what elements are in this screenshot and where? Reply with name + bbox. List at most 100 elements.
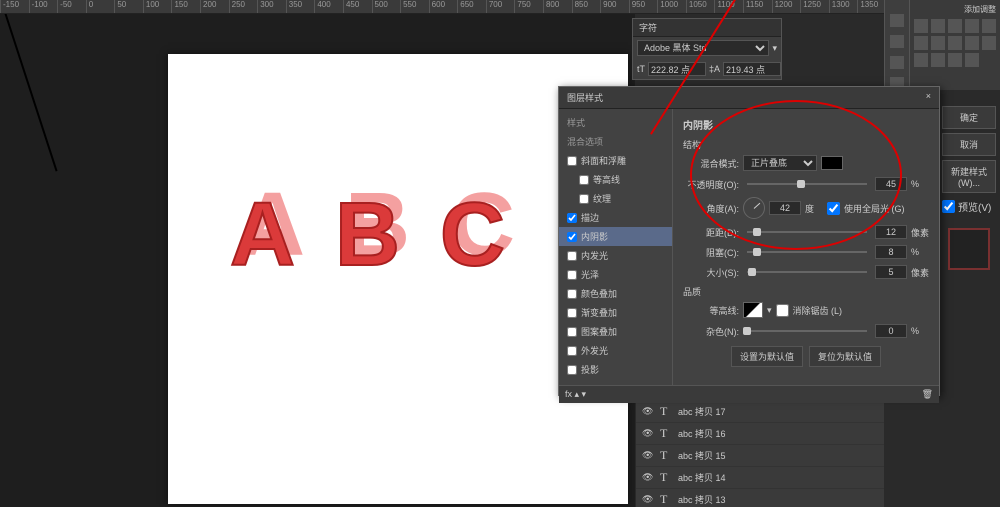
noise-slider[interactable] bbox=[747, 330, 867, 332]
fx-icon[interactable]: fx bbox=[565, 389, 572, 399]
ok-button[interactable]: 确定 bbox=[942, 106, 996, 129]
opacity-slider[interactable] bbox=[747, 183, 867, 185]
visibility-icon[interactable]: 👁 bbox=[642, 450, 654, 461]
style-item-内阴影[interactable]: 内阴影 bbox=[559, 227, 672, 246]
adjust-icons-row[interactable] bbox=[914, 53, 996, 67]
layer-row[interactable]: 👁 Tabc 拷贝 15 bbox=[636, 445, 884, 467]
cancel-button[interactable]: 取消 bbox=[942, 133, 996, 156]
character-panel[interactable]: 字符 Adobe 黑体 Std ▾ tT ‡A bbox=[632, 18, 782, 80]
chevron-icon[interactable]: ▴ ▾ bbox=[575, 389, 587, 399]
style-label: 光泽 bbox=[581, 268, 599, 281]
layer-row[interactable]: 👁Tabc 拷贝 16 bbox=[636, 423, 884, 445]
style-checkbox[interactable] bbox=[567, 232, 577, 242]
px-unit: 像素 bbox=[911, 226, 929, 239]
text-layer-icon: T bbox=[660, 404, 672, 419]
style-checkbox[interactable] bbox=[579, 175, 589, 185]
style-checkbox[interactable] bbox=[567, 289, 577, 299]
style-label: 等高线 bbox=[593, 173, 620, 186]
style-checkbox[interactable] bbox=[567, 251, 577, 261]
text-layer-icon: T bbox=[660, 448, 672, 463]
canvas-text-abc[interactable]: AABBCC bbox=[230, 184, 505, 287]
dialog-titlebar[interactable]: 图层样式 × bbox=[559, 87, 939, 109]
character-panel-tab[interactable]: 字符 bbox=[633, 19, 781, 37]
font-size-input[interactable] bbox=[648, 62, 706, 76]
style-item-斜面和浮雕[interactable]: 斜面和浮雕 bbox=[559, 151, 672, 170]
style-label: 内发光 bbox=[581, 249, 608, 262]
choke-input[interactable] bbox=[875, 245, 907, 259]
distance-slider[interactable] bbox=[747, 231, 867, 233]
layer-name: abc 拷贝 14 bbox=[678, 471, 726, 484]
angle-dial[interactable] bbox=[743, 197, 765, 219]
style-item-外发光[interactable]: 外发光 bbox=[559, 341, 672, 360]
distance-input[interactable] bbox=[875, 225, 907, 239]
style-checkbox[interactable] bbox=[567, 308, 577, 318]
style-checkbox[interactable] bbox=[567, 327, 577, 337]
visibility-icon[interactable]: 👁 bbox=[642, 428, 654, 439]
reset-default-button[interactable]: 复位为默认值 bbox=[809, 346, 881, 367]
close-icon[interactable]: × bbox=[926, 91, 931, 104]
style-checkbox[interactable] bbox=[567, 346, 577, 356]
style-item-图案叠加[interactable]: 图案叠加 bbox=[559, 322, 672, 341]
style-checkbox[interactable] bbox=[567, 270, 577, 280]
blend-mode-select[interactable]: 正片叠底 bbox=[743, 155, 817, 171]
chevron-down-icon[interactable]: ▾ bbox=[772, 43, 777, 54]
style-item-描边[interactable]: 描边 bbox=[559, 208, 672, 227]
layers-panel[interactable]: 👁Tabc 拷贝 17👁Tabc 拷贝 16👁Tabc 拷贝 15👁Tabc 拷… bbox=[636, 400, 884, 507]
adjustments-tab[interactable]: 添加调整 bbox=[914, 4, 996, 15]
layer-row[interactable]: 👁Tabc 拷贝 17 bbox=[636, 401, 884, 423]
preview-checkbox[interactable] bbox=[942, 200, 955, 213]
layer-row[interactable]: 👁 Tabc 拷贝 14 bbox=[636, 467, 884, 489]
style-item-渐变叠加[interactable]: 渐变叠加 bbox=[559, 303, 672, 322]
adjust-icons-row[interactable] bbox=[914, 19, 996, 33]
style-label: 斜面和浮雕 bbox=[581, 154, 626, 167]
leading-input[interactable] bbox=[723, 62, 781, 76]
layer-row[interactable]: 👁Tabc 拷贝 13 bbox=[636, 489, 884, 507]
angle-input[interactable] bbox=[769, 201, 801, 215]
style-checkbox[interactable] bbox=[579, 194, 589, 204]
choke-slider[interactable] bbox=[747, 251, 867, 253]
distance-label: 距距(D): bbox=[683, 226, 739, 239]
deg-unit: 度 bbox=[805, 202, 823, 215]
chevron-down-icon[interactable]: ▾ bbox=[767, 305, 772, 316]
side-toolstrip[interactable] bbox=[885, 0, 910, 90]
text-layer-icon: T bbox=[660, 470, 672, 485]
size-slider[interactable] bbox=[747, 271, 867, 273]
blending-options[interactable]: 混合选项 bbox=[559, 132, 672, 151]
style-settings-panel: 内阴影 结构 混合模式: 正片叠底 不透明度(O): % 角度(A): 度 使用… bbox=[673, 109, 939, 385]
style-item-光泽[interactable]: 光泽 bbox=[559, 265, 672, 284]
style-checkbox[interactable] bbox=[567, 156, 577, 166]
size-label: 大小(S): bbox=[683, 266, 739, 279]
contour-picker[interactable] bbox=[743, 302, 763, 318]
style-checkbox[interactable] bbox=[567, 365, 577, 375]
layer-style-dialog[interactable]: 图层样式 × 样式 混合选项 斜面和浮雕等高线纹理描边内阴影内发光光泽颜色叠加渐… bbox=[558, 86, 940, 396]
style-checkbox[interactable] bbox=[567, 213, 577, 223]
style-item-内发光[interactable]: 内发光 bbox=[559, 246, 672, 265]
size-input[interactable] bbox=[875, 265, 907, 279]
dialog-right-buttons: 确定 取消 新建样式(W)... 预览(V) bbox=[942, 106, 996, 270]
new-style-button[interactable]: 新建样式(W)... bbox=[942, 160, 996, 193]
adjust-icons-row[interactable] bbox=[914, 36, 996, 50]
style-label: 图案叠加 bbox=[581, 325, 617, 338]
visibility-icon[interactable]: 👁 bbox=[642, 494, 654, 505]
style-item-等高线[interactable]: 等高线 bbox=[559, 170, 672, 189]
layer-name: abc 拷贝 15 bbox=[678, 449, 726, 462]
noise-input[interactable] bbox=[875, 324, 907, 338]
opacity-input[interactable] bbox=[875, 177, 907, 191]
contour-label: 等高线: bbox=[683, 304, 739, 317]
trash-icon[interactable]: 🗑 bbox=[922, 389, 933, 400]
visibility-icon[interactable]: 👁 bbox=[642, 472, 654, 483]
antialias-checkbox[interactable] bbox=[776, 304, 789, 317]
styles-list[interactable]: 样式 混合选项 斜面和浮雕等高线纹理描边内阴影内发光光泽颜色叠加渐变叠加图案叠加… bbox=[559, 109, 673, 385]
shadow-color-swatch[interactable] bbox=[821, 156, 843, 170]
dialog-title: 图层样式 bbox=[567, 91, 603, 104]
make-default-button[interactable]: 设置为默认值 bbox=[731, 346, 803, 367]
global-light-checkbox[interactable] bbox=[827, 202, 840, 215]
global-light-label: 使用全局光 (G) bbox=[844, 202, 905, 215]
style-item-颜色叠加[interactable]: 颜色叠加 bbox=[559, 284, 672, 303]
style-item-纹理[interactable]: 纹理 bbox=[559, 189, 672, 208]
font-size-icon: tT bbox=[637, 64, 645, 74]
visibility-icon[interactable]: 👁 bbox=[642, 406, 654, 417]
ruler-horizontal: -150-100-5005010015020025030035040045050… bbox=[0, 0, 1000, 14]
antialias-label: 消除锯齿 (L) bbox=[793, 304, 843, 317]
style-item-投影[interactable]: 投影 bbox=[559, 360, 672, 379]
